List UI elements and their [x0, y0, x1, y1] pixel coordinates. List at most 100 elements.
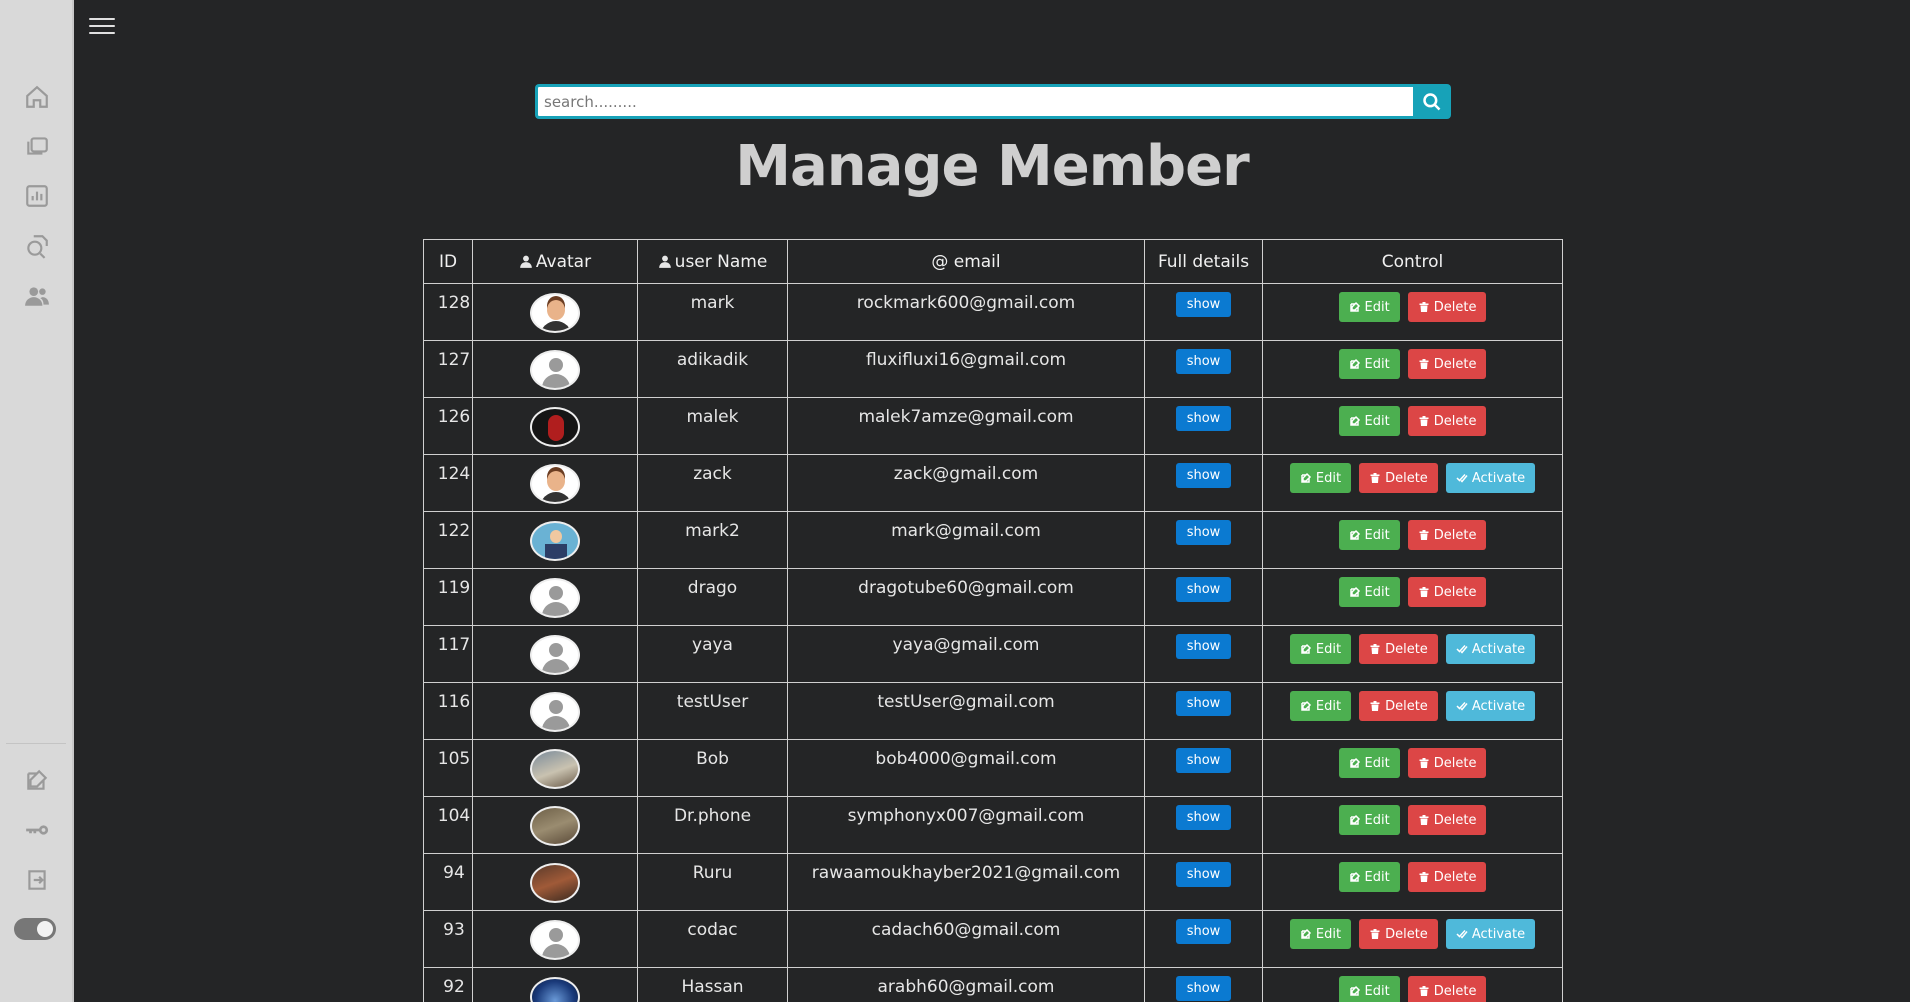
show-button[interactable]: show: [1175, 805, 1232, 830]
search-icon: [1423, 92, 1441, 110]
show-button[interactable]: show: [1175, 406, 1232, 431]
delete-button[interactable]: Delete: [1359, 919, 1438, 949]
show-button[interactable]: show: [1175, 463, 1232, 488]
edit-icon: [1349, 358, 1360, 369]
edit-icon[interactable]: [18, 761, 56, 799]
edit-button[interactable]: Edit: [1338, 292, 1400, 322]
edit-label: Edit: [1364, 356, 1390, 372]
delete-label: Delete: [1433, 527, 1477, 543]
show-button[interactable]: show: [1175, 691, 1232, 716]
edit-button[interactable]: Edit: [1338, 577, 1400, 607]
edit-button[interactable]: Edit: [1338, 748, 1400, 778]
check-double-icon: [1456, 644, 1468, 654]
edit-button[interactable]: Edit: [1338, 349, 1400, 379]
trash-icon: [1370, 929, 1380, 939]
delete-label: Delete: [1433, 584, 1477, 600]
avatar: [530, 806, 580, 846]
table-row: 119 drago dragotube60@gmail.com show Edit Del…: [423, 568, 1563, 626]
at-icon: @: [931, 251, 954, 272]
edit-button[interactable]: Edit: [1338, 862, 1400, 892]
trash-icon: [1419, 872, 1429, 882]
edit-label: Edit: [1364, 527, 1390, 543]
show-button[interactable]: show: [1175, 292, 1232, 317]
cell-details: show: [1144, 967, 1263, 1002]
delete-button[interactable]: Delete: [1359, 463, 1438, 493]
show-button[interactable]: show: [1175, 976, 1232, 1001]
activate-button[interactable]: Activate: [1445, 919, 1536, 949]
delete-label: Delete: [1433, 983, 1477, 999]
edit-button[interactable]: Edit: [1289, 919, 1352, 949]
cell-email: rockmark600@gmail.com: [787, 283, 1145, 341]
delete-button[interactable]: Delete: [1407, 349, 1487, 379]
edit-button[interactable]: Edit: [1338, 976, 1400, 1002]
edit-icon: [1301, 928, 1311, 939]
show-button[interactable]: show: [1175, 634, 1232, 659]
edit-button[interactable]: Edit: [1338, 520, 1400, 550]
control-group: Edit Delete: [1263, 976, 1562, 1002]
show-button[interactable]: show: [1175, 919, 1232, 944]
layers-icon[interactable]: [18, 127, 56, 165]
delete-button[interactable]: Delete: [1407, 520, 1487, 550]
cell-username: malek: [637, 397, 788, 455]
edit-button[interactable]: Edit: [1289, 463, 1352, 493]
search-button[interactable]: [1413, 84, 1451, 119]
cell-control: Edit Delete: [1262, 340, 1563, 398]
edit-label: Edit: [1315, 926, 1342, 942]
sidebar-divider: [6, 743, 66, 744]
cell-control: Edit Delete: [1262, 739, 1563, 797]
delete-button[interactable]: Delete: [1407, 748, 1487, 778]
cell-control: Edit Delete Activate: [1262, 910, 1563, 968]
edit-button[interactable]: Edit: [1338, 805, 1400, 835]
cell-avatar: [472, 340, 638, 398]
show-button[interactable]: show: [1175, 349, 1232, 374]
avatar: [530, 521, 580, 561]
delete-button[interactable]: Delete: [1407, 577, 1487, 607]
control-group: Edit Delete: [1263, 292, 1562, 322]
edit-button[interactable]: Edit: [1338, 406, 1400, 436]
edit-button[interactable]: Edit: [1289, 634, 1352, 664]
activate-button[interactable]: Activate: [1445, 634, 1536, 664]
cell-avatar: [472, 682, 638, 740]
key-icon[interactable]: [18, 811, 56, 849]
cell-control: Edit Delete Activate: [1262, 682, 1563, 740]
delete-button[interactable]: Delete: [1407, 292, 1487, 322]
show-button[interactable]: show: [1175, 748, 1232, 773]
users-icon[interactable]: [18, 277, 56, 315]
delete-button[interactable]: Delete: [1359, 691, 1438, 721]
cell-avatar: [472, 967, 638, 1002]
delete-label: Delete: [1433, 869, 1477, 885]
activate-button[interactable]: Activate: [1445, 463, 1536, 493]
delete-button[interactable]: Delete: [1407, 805, 1487, 835]
delete-button[interactable]: Delete: [1359, 634, 1438, 664]
check-double-icon: [1456, 473, 1468, 483]
show-button[interactable]: show: [1175, 862, 1232, 887]
col-header-username: user Name: [637, 239, 788, 284]
chart-icon[interactable]: [18, 177, 56, 215]
cell-control: Edit Delete: [1262, 568, 1563, 626]
cell-details: show: [1144, 454, 1263, 512]
cell-details: show: [1144, 283, 1263, 341]
edit-icon: [1301, 472, 1311, 483]
edit-button[interactable]: Edit: [1289, 691, 1352, 721]
activate-button[interactable]: Activate: [1445, 691, 1536, 721]
theme-toggle[interactable]: [14, 918, 56, 940]
logout-icon[interactable]: [18, 861, 56, 899]
delete-button[interactable]: Delete: [1407, 976, 1487, 1002]
search-doc-icon[interactable]: [18, 227, 56, 265]
show-button[interactable]: show: [1175, 577, 1232, 602]
home-icon[interactable]: [18, 78, 56, 116]
menu-icon[interactable]: [89, 18, 115, 38]
cell-details: show: [1144, 625, 1263, 683]
cell-id: 117: [423, 625, 473, 683]
show-button[interactable]: show: [1175, 520, 1232, 545]
trash-icon: [1419, 416, 1429, 426]
activate-label: Activate: [1471, 698, 1526, 714]
cell-details: show: [1144, 682, 1263, 740]
edit-icon: [1349, 814, 1360, 825]
control-group: Edit Delete Activate: [1263, 463, 1562, 493]
cell-username: Bob: [637, 739, 788, 797]
cell-id: 104: [423, 796, 473, 854]
delete-button[interactable]: Delete: [1407, 862, 1487, 892]
search-input[interactable]: [535, 84, 1413, 119]
delete-button[interactable]: Delete: [1407, 406, 1487, 436]
